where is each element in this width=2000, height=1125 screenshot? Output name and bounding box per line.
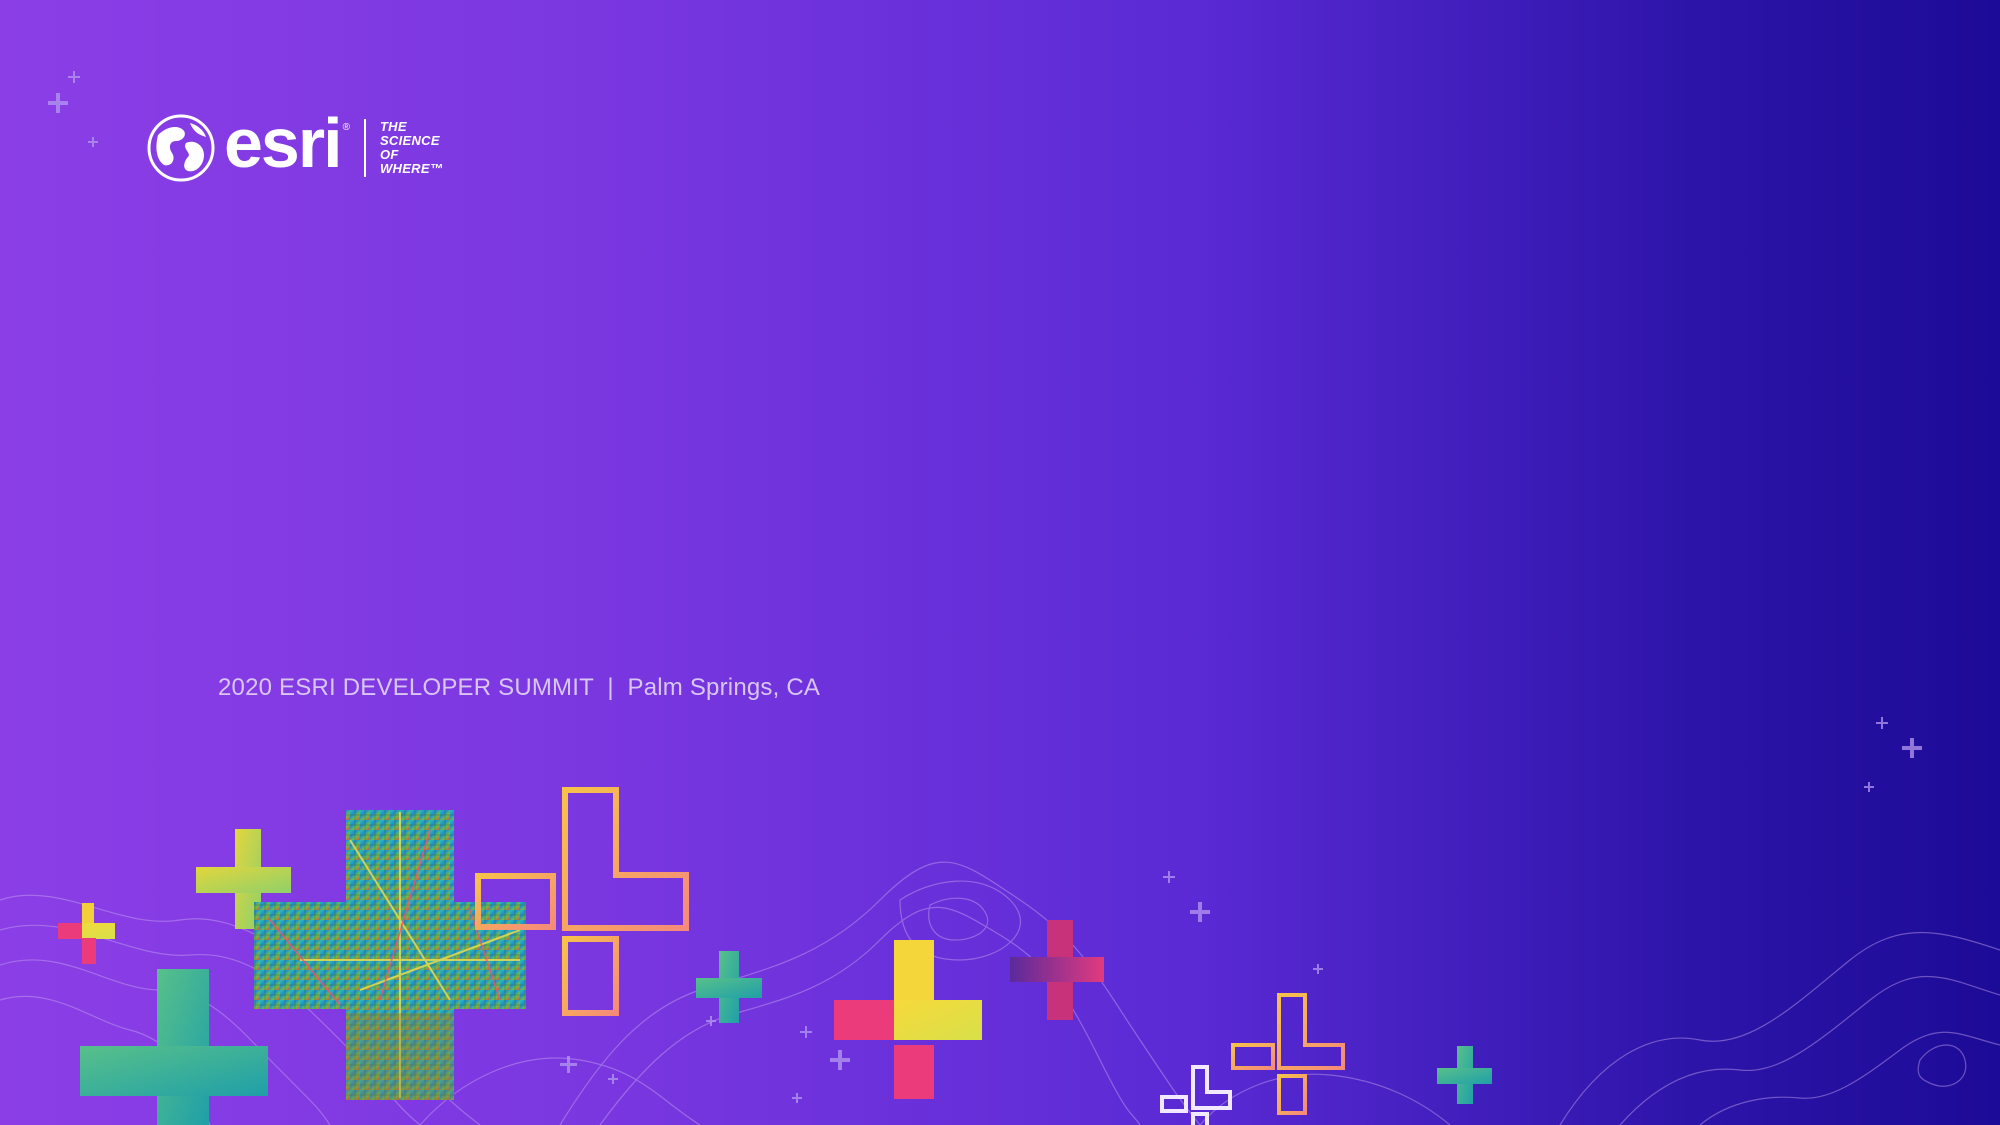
tagline-line: WHERE™ — [379, 161, 444, 176]
tagline-line: THE — [379, 119, 407, 134]
plus-shape-small-left — [58, 903, 115, 964]
logo-wordmark: esri — [224, 104, 343, 182]
event-name: 2020 ESRI DEVELOPER SUMMIT — [218, 674, 594, 701]
logo-divider — [363, 119, 366, 177]
plus-shape-outline-orange-small — [1231, 993, 1345, 1115]
esri-logo: esri ® THE SCIENCE OF WHERE™ — [146, 108, 443, 188]
map-mosaic-plus — [254, 810, 526, 1100]
plus-shape-berry — [1010, 920, 1104, 1020]
tagline-line: OF — [379, 147, 399, 162]
tagline-line: SCIENCE — [379, 133, 440, 148]
event-footer: 2020 ESRI DEVELOPER SUMMIT | Palm Spring… — [218, 674, 820, 702]
event-location: Palm Springs, CA — [627, 674, 821, 701]
slide-background: esri ® THE SCIENCE OF WHERE™ 2020 ESRI D… — [0, 0, 2000, 1125]
plus-shape-teal-small — [696, 951, 762, 1023]
plus-shape-teal-right — [1437, 1046, 1492, 1104]
logo-tagline: THE SCIENCE OF WHERE™ — [380, 120, 443, 176]
footer-separator: | — [607, 674, 614, 701]
registered-mark: ® — [342, 122, 350, 133]
globe-icon — [147, 114, 215, 182]
plus-shape-yellow-pink — [834, 940, 982, 1099]
plus-shape-teal-large — [80, 969, 268, 1125]
plus-shape-outline-white — [1160, 1065, 1232, 1125]
